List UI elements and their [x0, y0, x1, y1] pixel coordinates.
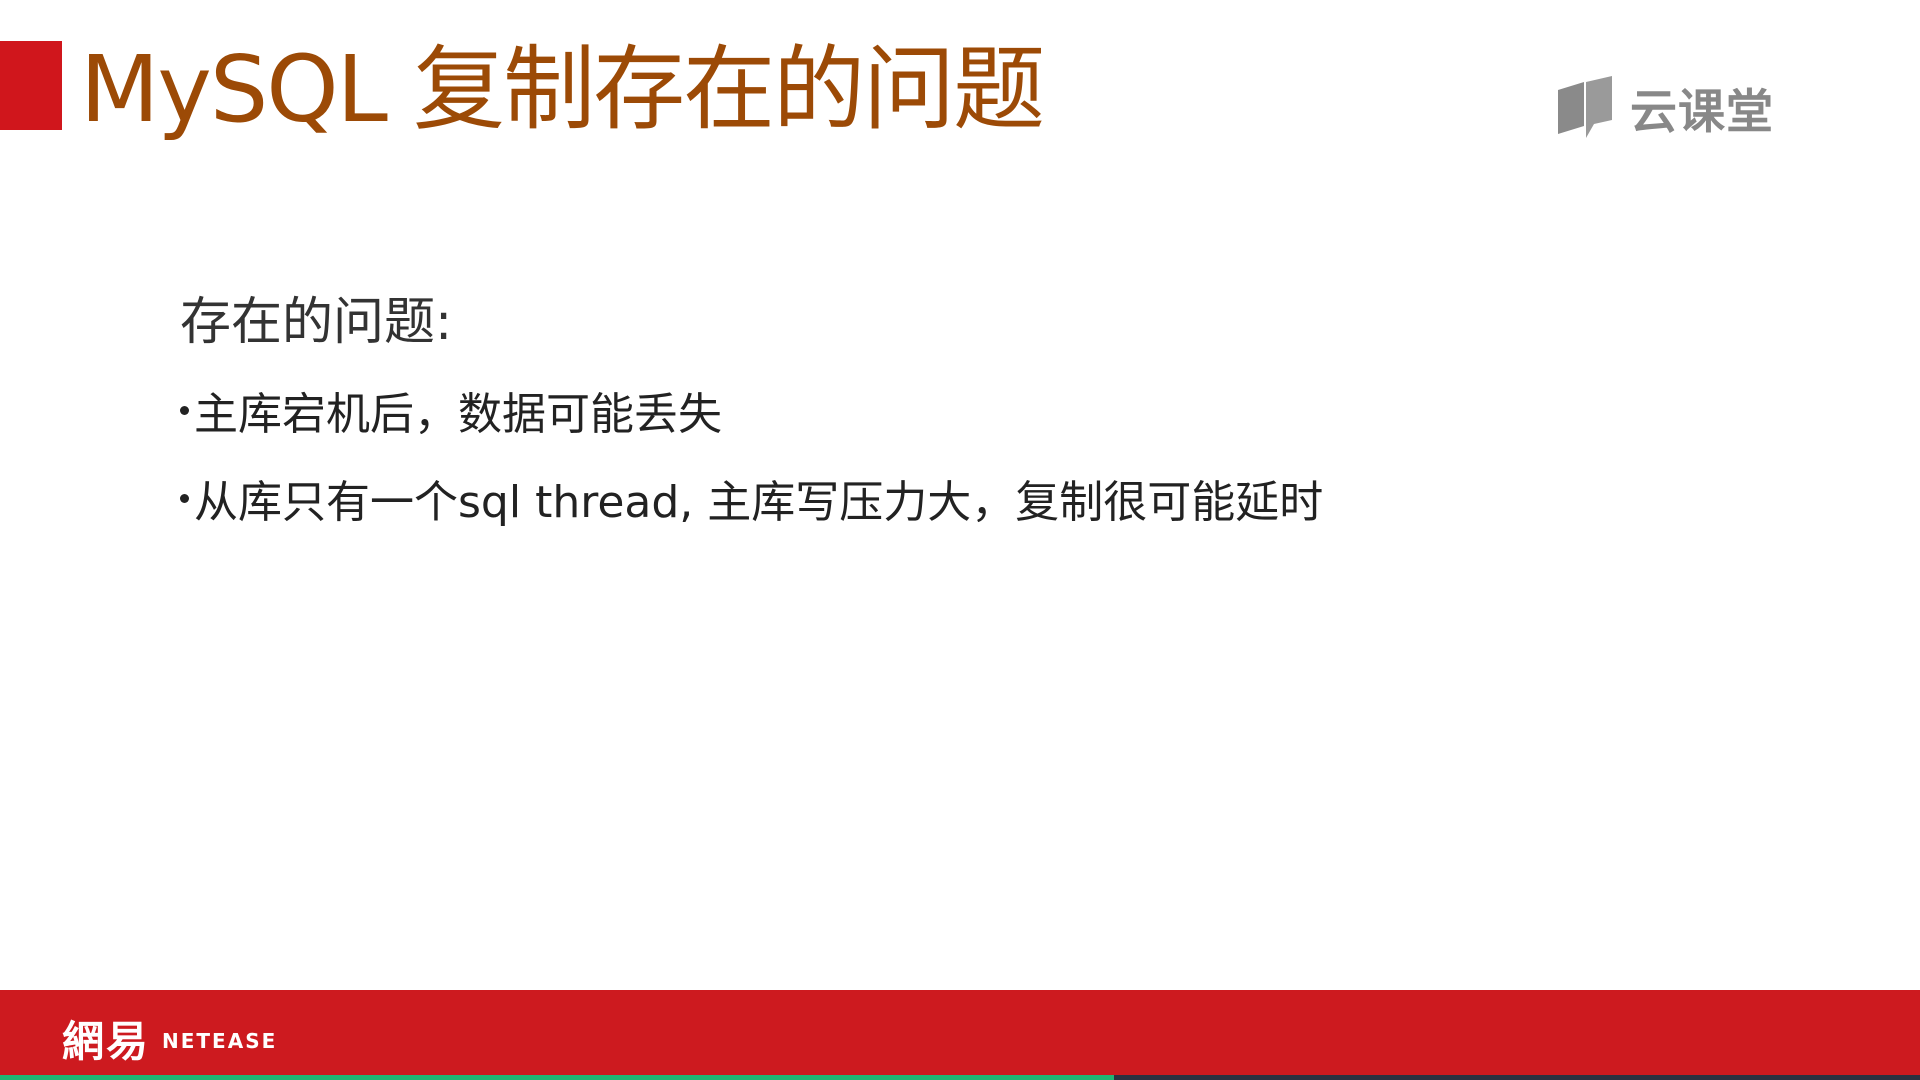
bullet-text: 从库只有一个sql thread, 主库写压力大，复制很可能延时	[194, 477, 1324, 528]
netease-logo-en: NetEase	[162, 1022, 278, 1055]
bullet-icon	[180, 405, 189, 415]
netease-logo-cn: 網易	[62, 1017, 151, 1066]
brand-label: 云课堂	[1630, 84, 1774, 140]
bullet-item: 从库只有一个sql thread, 主库写压力大，复制很可能延时	[180, 454, 1580, 542]
cloud-classroom-logo-icon	[1558, 76, 1612, 138]
bullet-text: 主库宕机后，数据可能丢失	[194, 389, 722, 440]
footer-bar: 網易 NetEase	[0, 990, 1920, 1080]
bullet-list: 主库宕机后，数据可能丢失 从库只有一个sql thread, 主库写压力大，复制…	[180, 366, 1580, 542]
title-accent-bar	[0, 41, 62, 130]
slide-title: MySQL 复制存在的问题	[80, 36, 1045, 143]
playback-progress-bar[interactable]	[0, 1075, 1920, 1080]
slide-content: 存在的问题: 主库宕机后，数据可能丢失 从库只有一个sql thread, 主库…	[180, 288, 1580, 542]
slide: MySQL 复制存在的问题 云课堂 存在的问题: 主库宕机后，数据可能丢失 从库…	[0, 0, 1920, 1080]
brand-logo: 云课堂	[1556, 74, 1774, 140]
playback-progress-fill	[0, 1075, 1114, 1080]
content-subheading: 存在的问题:	[180, 293, 453, 352]
bullet-icon	[180, 493, 189, 503]
bullet-item: 主库宕机后，数据可能丢失	[180, 366, 1580, 454]
netease-logo: 網易 NetEase	[62, 1008, 277, 1069]
